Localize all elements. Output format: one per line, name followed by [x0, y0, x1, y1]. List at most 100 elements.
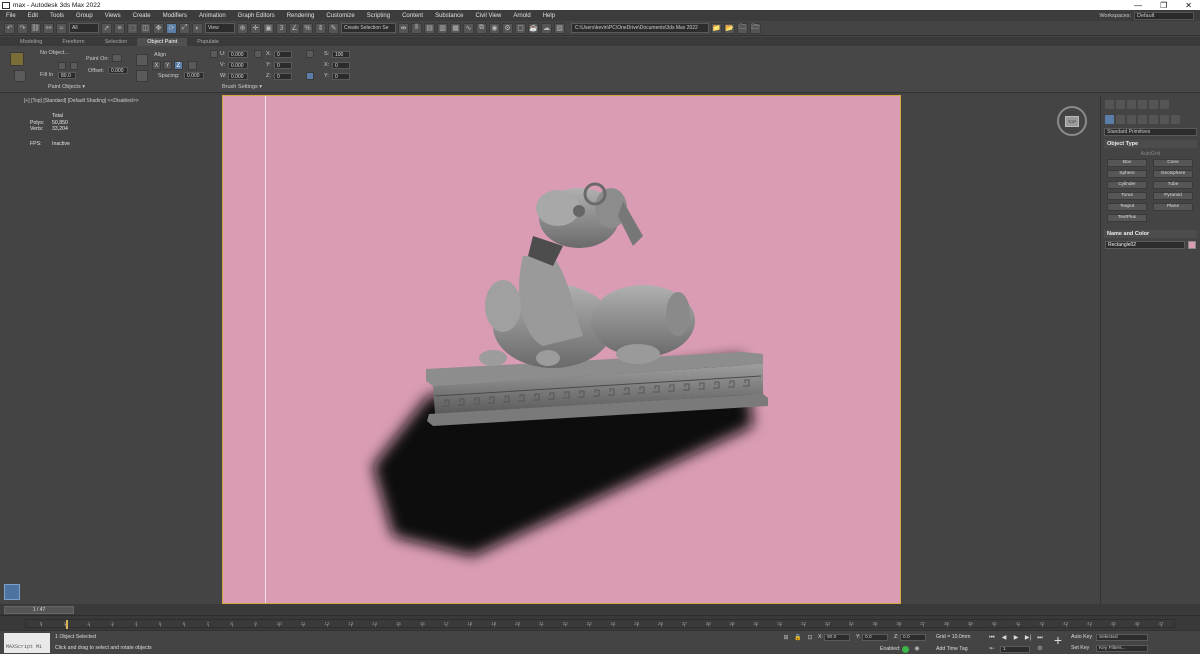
key-mode-icon[interactable]: ⇤	[988, 645, 996, 653]
toggle-layer-explorer-icon[interactable]: ▥	[437, 22, 448, 34]
align-y-button[interactable]: Y	[163, 61, 172, 70]
menu-customize[interactable]: Customize	[320, 13, 360, 19]
unlink-icon[interactable]: ⚯	[43, 22, 54, 34]
object-color-swatch[interactable]	[1188, 241, 1196, 249]
link-icon[interactable]: ⛓	[30, 22, 41, 34]
current-frame-field[interactable]: 1	[1000, 646, 1030, 653]
rotate-z-field[interactable]: 0	[274, 73, 292, 80]
modify-tab-icon[interactable]	[1116, 100, 1125, 109]
z-coord-field[interactable]: 0.0	[900, 634, 926, 641]
menu-edit[interactable]: Edit	[22, 13, 44, 19]
menu-help[interactable]: Help	[537, 13, 561, 19]
fill-brush-icon[interactable]	[14, 70, 26, 82]
viewcube-face[interactable]: TOP	[1065, 115, 1079, 127]
spacing-field[interactable]: 0.000	[184, 72, 204, 79]
toggle-scene-explorer-icon[interactable]: ▤	[424, 22, 435, 34]
align-icon[interactable]: ⫴	[411, 22, 422, 34]
flip-icon[interactable]	[188, 61, 197, 70]
scale-y-field[interactable]: 0	[332, 73, 350, 80]
w-field[interactable]: 0.000	[228, 73, 248, 80]
spinner-snap-icon[interactable]: ⇕	[315, 22, 326, 34]
geometry-icon[interactable]	[1105, 115, 1114, 124]
isolate-icon[interactable]: ⊞	[782, 634, 790, 642]
minimize-button[interactable]: —	[1134, 1, 1142, 10]
autogrid-checkbox[interactable]: AutoGrid	[1101, 151, 1200, 157]
add-key-icon[interactable]: +	[1050, 633, 1066, 649]
reference-coordinate-dropdown[interactable]: View	[205, 23, 235, 33]
close-button[interactable]: ✕	[1185, 1, 1192, 10]
select-rotate-icon[interactable]: ⟳	[166, 22, 177, 34]
go-to-start-icon[interactable]: ⏮	[988, 634, 996, 642]
key-filters-button[interactable]: Key Filters...	[1096, 645, 1148, 652]
align-z-button[interactable]: Z	[174, 61, 183, 70]
redo-icon[interactable]: ↷	[17, 22, 28, 34]
create-torus-button[interactable]: Torus	[1107, 192, 1147, 200]
project-folder-icon[interactable]: 🗀	[737, 22, 748, 34]
motion-tab-icon[interactable]	[1138, 100, 1147, 109]
create-tab-icon[interactable]	[1105, 100, 1114, 109]
rendered-frame-window-icon[interactable]: ▢	[515, 22, 526, 34]
material-editor-icon[interactable]: ◉	[489, 22, 500, 34]
select-move-icon[interactable]: ✥	[153, 22, 164, 34]
maximize-button[interactable]: ❐	[1160, 1, 1167, 10]
next-frame-icon[interactable]: ▶|	[1024, 634, 1032, 642]
create-cylinder-button[interactable]: Cylinder	[1107, 181, 1147, 189]
shapes-icon[interactable]	[1116, 115, 1125, 124]
brush-settings-group-label[interactable]: Brush Settings ▾	[222, 84, 262, 90]
helpers-icon[interactable]	[1149, 115, 1158, 124]
menu-rendering[interactable]: Rendering	[281, 13, 321, 19]
tab-freeform[interactable]: Freeform	[52, 38, 94, 46]
hierarchy-tab-icon[interactable]	[1127, 100, 1136, 109]
set-project-folder-icon[interactable]: 📁	[711, 22, 722, 34]
create-tube-button[interactable]: Tube	[1153, 181, 1193, 189]
create-box-button[interactable]: Box	[1107, 159, 1147, 167]
open-project-icon[interactable]: 📂	[724, 22, 735, 34]
menu-substance[interactable]: Substance	[429, 13, 469, 19]
menu-group[interactable]: Group	[70, 13, 99, 19]
create-textplus-button[interactable]: TextPlus	[1107, 214, 1147, 222]
paint-objects-group-label[interactable]: Paint Objects ▾	[48, 84, 85, 90]
snaps-toggle-icon[interactable]: 3	[276, 22, 287, 34]
render-setup-icon[interactable]: ⚙	[502, 22, 513, 34]
toggle-ribbon-icon[interactable]: ▦	[450, 22, 461, 34]
select-scale-icon[interactable]: ⤢	[179, 22, 190, 34]
align-x-button[interactable]: X	[152, 61, 161, 70]
window-crossing-icon[interactable]: ◫	[140, 22, 151, 34]
v-field[interactable]: 0.000	[228, 62, 248, 69]
manipulate-icon[interactable]: ✛	[250, 22, 261, 34]
select-place-icon[interactable]: ◐	[192, 22, 203, 34]
perspective-viewport[interactable]	[222, 95, 901, 604]
select-object-icon[interactable]: ➚	[101, 22, 112, 34]
curve-editor-icon[interactable]: ∿	[463, 22, 474, 34]
menu-file[interactable]: File	[0, 13, 22, 19]
timeline-ruler[interactable]: 0 1 2 3 4 5 6 7 8 9 10 11 12 13 14 15 16 17 18 19 20 21 22 23 24…	[25, 619, 1175, 629]
menu-modifiers[interactable]: Modifiers	[157, 13, 193, 19]
explore-folder-icon[interactable]: 🗁	[750, 22, 761, 34]
viewcube-icon[interactable]: TOP	[1057, 106, 1087, 136]
menu-views[interactable]: Views	[99, 13, 127, 19]
object-name-field[interactable]: Rectangle02	[1105, 241, 1185, 249]
menu-animation[interactable]: Animation	[193, 13, 232, 19]
absolute-mode-icon[interactable]: ⊡	[806, 634, 814, 642]
menu-scripting[interactable]: Scripting	[361, 13, 396, 19]
systems-icon[interactable]	[1171, 115, 1180, 124]
previous-frame-icon[interactable]: ◀	[1000, 634, 1008, 642]
tab-object-paint[interactable]: Object Paint	[137, 38, 188, 46]
rotate-y-field[interactable]: 0	[274, 62, 292, 69]
auto-key-button[interactable]: Auto Key	[1071, 634, 1092, 640]
bind-spacewarp-icon[interactable]: ≈	[56, 22, 67, 34]
x-coord-field[interactable]: 90.0	[824, 634, 850, 641]
named-selection-dropdown[interactable]: Create Selection Se	[341, 23, 396, 33]
enabled-indicator-icon[interactable]	[902, 646, 909, 653]
paint-on-dropdown-icon[interactable]	[112, 54, 122, 62]
menu-graph-editors[interactable]: Graph Editors	[232, 13, 281, 19]
create-teapot-button[interactable]: Teapot	[1107, 203, 1147, 211]
object-type-rollout[interactable]: Object Type	[1104, 140, 1197, 148]
workspace-dropdown[interactable]: Default	[1134, 11, 1194, 20]
key-set-dropdown[interactable]: Selected	[1096, 634, 1148, 641]
scale-x-field[interactable]: 0	[332, 62, 350, 69]
menu-arnold[interactable]: Arnold	[507, 13, 536, 19]
create-sphere-button[interactable]: Sphere	[1107, 170, 1147, 178]
render-production-icon[interactable]: ☕	[528, 22, 539, 34]
cameras-icon[interactable]	[1138, 115, 1147, 124]
